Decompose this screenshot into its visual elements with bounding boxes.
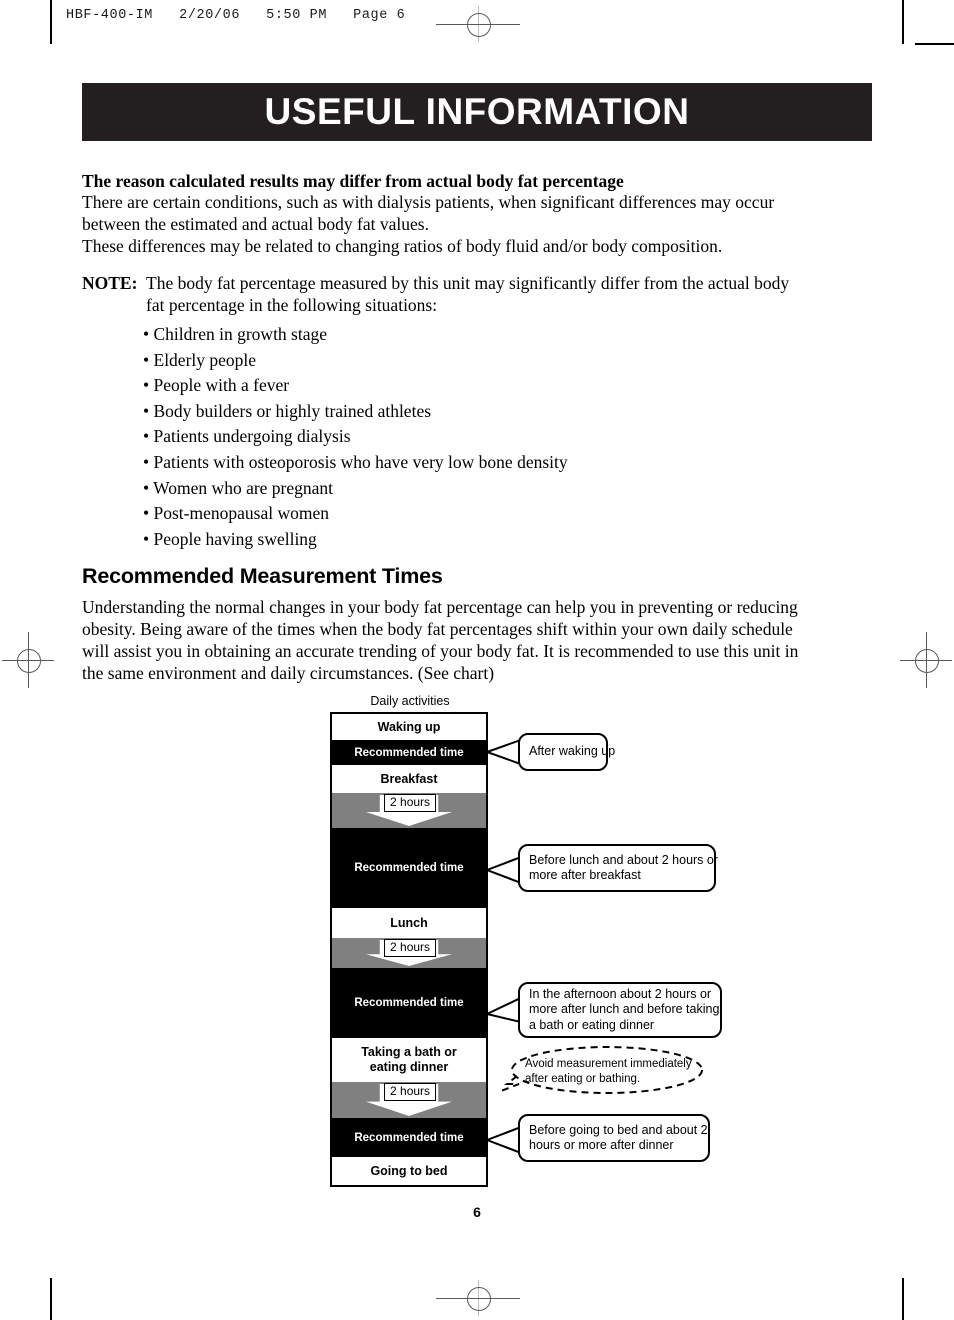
callout-text: Before going to bed and about 2 hours or… (529, 1123, 708, 1154)
callout-after-waking-up: After waking up (518, 733, 615, 771)
chart-row-label: Recommended time (354, 1131, 464, 1144)
note-label: NOTE: (82, 273, 138, 293)
section-paragraph-times-line4: the same environment and daily circumsta… (82, 663, 495, 683)
chart-row-lunch: Lunch (332, 908, 486, 938)
list-item: • People with a fever (143, 375, 290, 396)
chart-row-label: Going to bed (370, 1164, 448, 1178)
warning-line-1: Avoid measurement immediately (525, 1058, 692, 1070)
crop-mark-top-right-horizontal (915, 43, 954, 45)
registration-mark-bottom (436, 1280, 520, 1316)
registration-mark-right (900, 632, 952, 688)
list-item: • Body builders or highly trained athlet… (143, 400, 432, 421)
chart-row-breakfast: Breakfast (332, 765, 486, 793)
bullet-list: • Children in growth stage • Elderly peo… (143, 322, 843, 552)
section-paragraph-reason-line3: These differences may be related to chan… (82, 236, 723, 256)
callout-line-1: Before going to bed and about 2 (529, 1122, 708, 1137)
section-paragraph-reason-line2: between the estimated and actual body fa… (82, 214, 429, 234)
chart-interval-label: 2 hours (384, 1083, 437, 1101)
page-title-banner: USEFUL INFORMATION (82, 83, 872, 141)
callout-line-1: In the afternoon about 2 hours or (529, 986, 712, 1001)
list-item: • Women who are pregnant (143, 477, 334, 498)
callout-text: In the afternoon about 2 hours or more a… (529, 987, 719, 1034)
chart-row-interval-after-breakfast: 2 hours (332, 793, 486, 828)
list-item: • Post-menopausal women (143, 503, 329, 524)
callout-line-1: Before lunch and about 2 hours or (529, 852, 719, 867)
list-item: • Patients undergoing dialysis (143, 426, 351, 447)
daily-activities-chart: Daily activities Waking up Recommended t… (330, 694, 730, 1194)
warning-oval-callout: Avoid measurement immediately after eati… (495, 1044, 707, 1100)
section-heading-reason: The reason calculated results may differ… (82, 171, 624, 191)
list-item: • People having swelling (143, 528, 317, 549)
callout-line-1: After waking up (529, 744, 616, 759)
section-paragraph-reason-line1: There are certain conditions, such as wi… (82, 192, 775, 212)
list-item: • Elderly people (143, 349, 257, 370)
note-line-1: The body fat percentage measured by this… (146, 273, 790, 293)
chart-row-label: Lunch (390, 916, 428, 930)
callout-text: Before lunch and about 2 hours or more a… (529, 853, 718, 884)
chart-row-bath-or-dinner: Taking a bath or eating dinner (332, 1038, 486, 1082)
registration-mark-circle (915, 649, 939, 673)
registration-mark-circle (467, 1287, 491, 1311)
page-title: USEFUL INFORMATION (264, 91, 690, 132)
crop-mark-bottom-right-vertical (902, 1278, 904, 1320)
chart-row-recommended-prelunch: Recommended time (332, 828, 486, 908)
list-item: • Children in growth stage (143, 324, 328, 344)
registration-mark-circle (17, 649, 41, 673)
registration-mark-circle (467, 13, 491, 37)
page-slug: HBF-400-IM 2/20/06 5:50 PM Page 6 (66, 8, 406, 23)
page-number: 6 (473, 1204, 481, 1220)
warning-text: Avoid measurement immediately after eati… (525, 1057, 692, 1086)
section-paragraph-times-line3: will assist you in obtaining an accurate… (82, 641, 799, 661)
chart-row-going-to-bed: Going to bed (332, 1157, 486, 1185)
registration-mark-top (436, 6, 520, 42)
note-text: The body fat percentage measured by this… (146, 273, 882, 316)
chart-row-label: Recommended time (354, 997, 464, 1009)
callout-before-lunch: Before lunch and about 2 hours or more a… (518, 844, 718, 892)
callout-line-2: more after lunch and before taking (529, 1002, 720, 1017)
note-block: NOTE: The body fat percentage measured b… (82, 273, 882, 316)
callout-before-bed: Before going to bed and about 2 hours or… (518, 1114, 710, 1162)
timeline-column: Waking up Recommended time Breakfast 2 h… (330, 712, 488, 1187)
section-paragraph-times-line2: obesity. Being aware of the times when t… (82, 619, 793, 639)
registration-mark-left (2, 632, 54, 688)
chart-row-waking-up: Waking up (332, 714, 486, 740)
chart-caption: Daily activities (370, 694, 450, 708)
chart-row-interval-after-lunch: 2 hours (332, 938, 486, 968)
callout-line-2: hours or more after dinner (529, 1138, 674, 1152)
chart-row-label-line2: eating dinner (369, 1060, 449, 1074)
chart-interval-label: 2 hours (384, 939, 437, 957)
chart-row-recommended-afternoon: Recommended time (332, 968, 486, 1038)
chart-row-interval-after-dinner: 2 hours (332, 1082, 486, 1118)
warning-line-2: after eating or bathing. (525, 1072, 641, 1085)
crop-mark-bottom-left-vertical (50, 1278, 52, 1320)
crop-mark-top-left-vertical (50, 0, 52, 44)
chart-row-recommended-morning: Recommended time (332, 740, 486, 765)
callout-afternoon: In the afternoon about 2 hours or more a… (518, 982, 722, 1038)
chart-interval-label: 2 hours (384, 794, 437, 812)
chart-row-label: Recommended time (354, 746, 464, 759)
callout-text: After waking up (529, 744, 615, 760)
chart-row-label: Waking up (377, 720, 441, 734)
chart-row-label: Recommended time (354, 862, 464, 874)
chart-row-label: Taking a bath or eating dinner (361, 1045, 457, 1076)
crop-mark-top-right-vertical (902, 0, 904, 44)
chart-row-recommended-bedtime: Recommended time (332, 1118, 486, 1157)
note-line-2: fat percentage in the following situatio… (146, 294, 438, 315)
section-paragraph-times-line1: Understanding the normal changes in your… (82, 597, 798, 617)
chart-row-label-line1: Taking a bath or (361, 1044, 457, 1059)
callout-line-2: more after breakfast (529, 868, 641, 882)
chart-row-label: Breakfast (380, 772, 438, 786)
callout-line-3: a bath or eating dinner (529, 1017, 655, 1032)
list-item: • Patients with osteoporosis who have ve… (143, 451, 568, 472)
section-heading-recommended-times: Recommended Measurement Times (82, 564, 443, 588)
